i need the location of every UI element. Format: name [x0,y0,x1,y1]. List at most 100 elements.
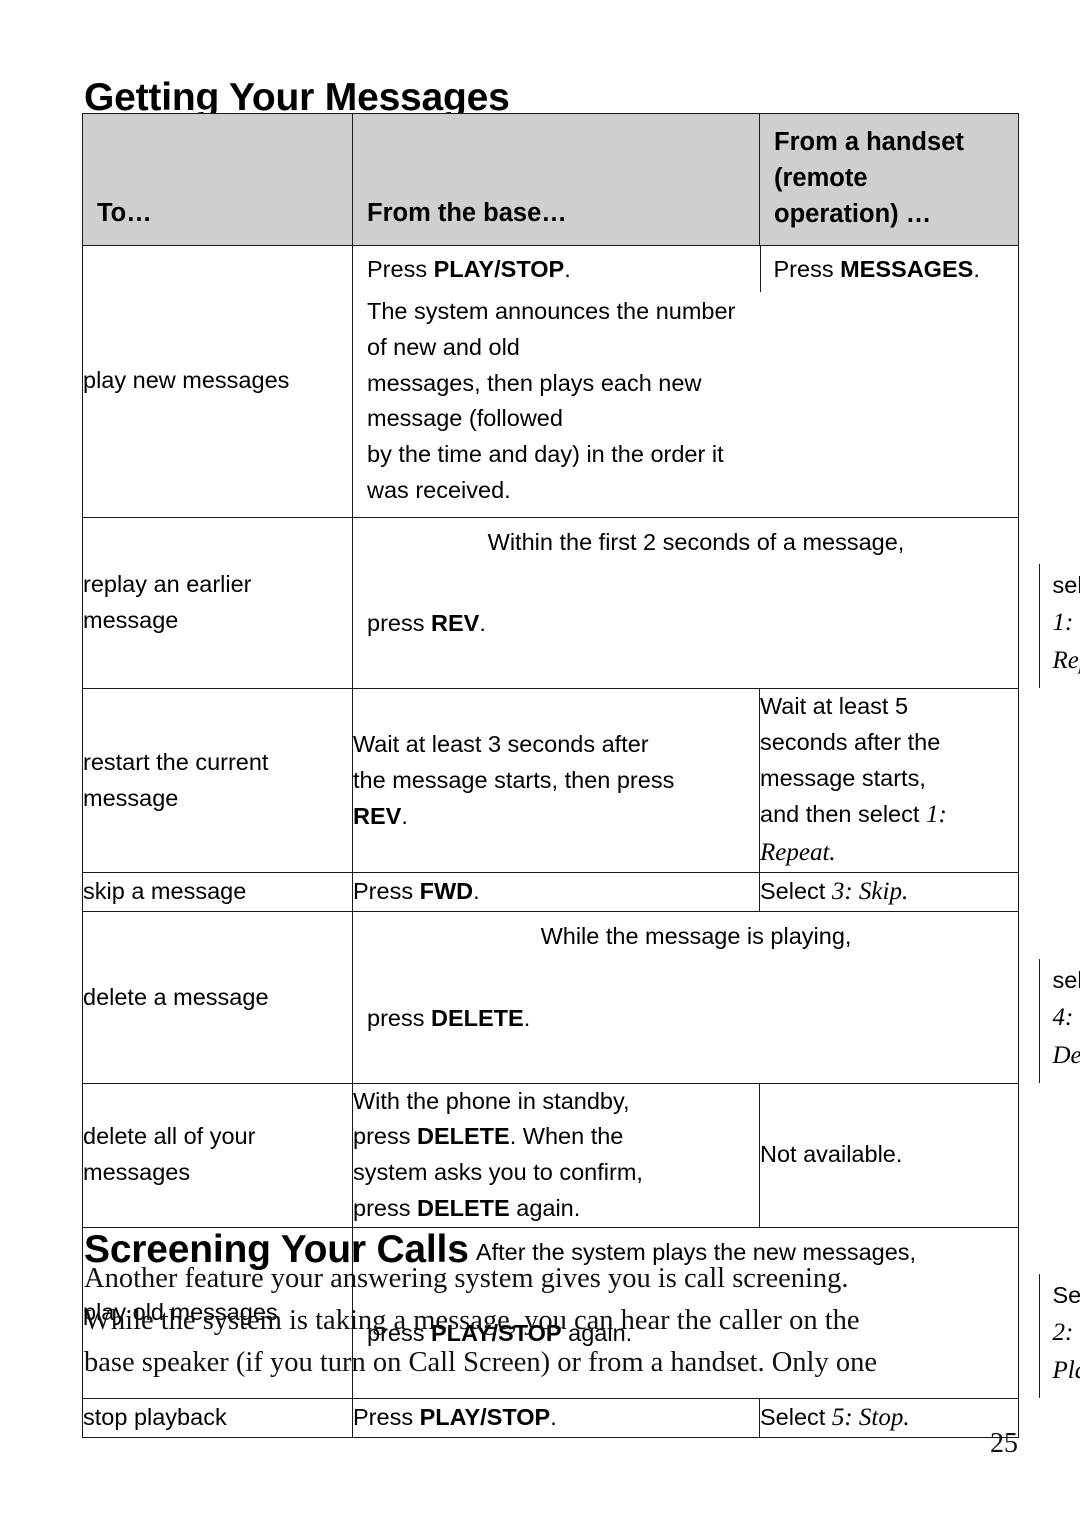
base-verb: Press [353,1404,420,1431]
base-line-1: With the phone in standby, [353,1087,630,1114]
table-row: play new messages Press PLAY/STOP. Press… [82,244,1019,518]
table-header-row: To… From the base… From a handset (remot… [82,113,1019,246]
menu-option-1-repeat: 1: Repeat. [1052,609,1080,675]
table-row: replay an earlier message Within the fir… [82,516,1080,690]
menu-option-4-delete: 4: Delete. [1052,1003,1080,1069]
task-cell-restart-current-message: restart the current message [82,688,353,874]
description-line-1: The system announces the number of new a… [367,298,736,361]
button-name-delete-again: DELETE [417,1194,510,1221]
task-label: skip a message [83,878,247,905]
header-cell-from-handset: From a handset (remote operation) … [759,113,1019,246]
header-label-to: To… [97,198,152,227]
handset-tail: . [973,255,980,282]
task-cell-delete-message: delete a message [82,911,353,1084]
button-name-delete: DELETE [417,1123,510,1150]
base-tail: . [564,255,571,282]
handset-verb: Select [760,878,832,905]
task-cell-skip-message: skip a message [82,872,353,913]
base-line-4: press DELETE again. [353,1191,759,1227]
split-bottom-row: press REV. select 1: Repeat. [353,564,1080,688]
handset-verb: Select [1052,1282,1080,1309]
base-line-3: system asks you to confirm, [353,1159,643,1186]
base-tail: . [523,1004,531,1031]
page-title-getting-your-messages: Getting Your Messages [84,76,510,120]
base-line-2: press DELETE. When the [353,1119,759,1155]
menu-option-3-skip: 3: Skip. [831,878,909,906]
task-label: replay an earlier message [83,571,252,633]
base-instruction: press DELETE. [353,959,1039,1083]
base-verb-2: press [353,1194,417,1221]
header-cell-to: To… [82,113,353,246]
base-line-2: the message starts, then press [353,766,675,793]
base-tail: . [479,610,486,637]
handset-instruction-stop: Select 5: Stop. [759,1397,1019,1438]
base-tail: . [401,802,408,829]
handset-instruction-top: Press MESSAGES. [759,245,1019,293]
base-verb: press [367,610,431,637]
instruction-cell-replay-earlier-message: Within the first 2 seconds of a message,… [352,516,1080,690]
task-cell-delete-all-messages: delete all of your messages [82,1082,353,1228]
page-number: 25 [990,1428,1018,1459]
table-row: skip a message Press FWD. Select 3: Skip… [82,872,1019,913]
task-cell-replay-earlier-message: replay an earlier message [82,516,353,690]
handset-instruction-restart: Wait at least 5 seconds after the messag… [759,688,1019,874]
handset-instruction-skip: Select 3: Skip. [759,872,1019,913]
menu-option-2-play: 2: Play. [1052,1318,1080,1384]
base-verb: press [353,1123,417,1150]
header-label-from-handset-line2: (remote [774,164,868,193]
table-row: restart the current message Wait at leas… [82,688,1019,874]
task-label: play new messages [83,367,290,394]
base-line-1: Wait at least 3 seconds after [353,731,649,758]
base-instruction-top: Press PLAY/STOP. [353,246,760,293]
handset-instruction-delete-all: Not available. [759,1082,1019,1228]
base-verb: press [367,1004,431,1031]
description-line-2: messages, then plays each new message (f… [367,369,702,432]
base-instruction-restart: Wait at least 3 seconds after the messag… [352,688,760,874]
handset-line-2: seconds after the [760,728,941,755]
button-name-play-stop: PLAY/STOP [419,1404,551,1431]
handset-verb: Press [773,255,841,282]
shared-condition-band: Within the first 2 seconds of a message, [487,528,905,555]
handset-line-1: Wait at least 5 [760,693,909,720]
menu-option-1-number: 1: [925,801,947,829]
button-name-rev: REV [431,610,480,637]
button-name-rev: REV [353,802,402,829]
base-tail-2: again. [509,1194,581,1221]
split-container: Within the first 2 seconds of a message,… [353,518,1080,688]
split-band-row: While the message is playing, [353,912,1039,959]
paragraph-line-3: base speaker (if you turn on Call Screen… [84,1346,878,1378]
base-tail: . When the [509,1123,624,1150]
header-cell-from-base: From the base… [352,113,760,246]
button-name-delete: DELETE [431,1004,524,1031]
split-bottom-row: The system announces the number of new a… [353,292,1019,516]
base-tail: . [550,1404,557,1431]
split-container: Press PLAY/STOP. Press MESSAGES. The sys… [353,245,1019,517]
instruction-cell-delete-message: While the message is playing, press DELE… [352,911,1080,1084]
table-row: delete a message While the message is pl… [82,911,1080,1084]
handset-line-3: message starts, [760,764,926,791]
task-cell-stop-playback: stop playback [82,1397,353,1438]
split-bottom-row: press DELETE. select 4: Delete. [353,959,1080,1083]
base-instruction: press REV. [353,564,1039,688]
button-name-messages: MESSAGES [840,255,974,282]
table-row: stop playback Press PLAY/STOP. Select 5:… [82,1397,1019,1438]
task-label: delete all of your messages [83,1123,256,1186]
paragraph-line-2: While the system is taking a message, yo… [84,1304,860,1336]
menu-option-5-stop: 5: Stop. [831,1403,910,1431]
base-tail: . [473,878,480,905]
document-page: Getting Your Messages To… From the base…… [0,0,1080,1522]
description-line-3: by the time and day) in the order it was… [367,441,724,503]
split-top-row: Press PLAY/STOP. Press MESSAGES. [353,245,1019,293]
menu-option-1-repeat-label: Repeat. [760,839,836,867]
base-verb: Press [367,255,434,282]
task-cell-play-new-messages: play new messages [82,244,353,518]
instruction-cell-play-new-messages: Press PLAY/STOP. Press MESSAGES. The sys… [352,244,1019,518]
shared-description: The system announces the number of new a… [353,292,760,516]
base-line-3: REV. [353,799,759,835]
base-instruction-delete-all: With the phone in standby, press DELETE.… [352,1082,760,1228]
task-label: stop playback [83,1404,227,1431]
screening-paragraph: Another feature your answering system gi… [84,1258,1004,1384]
paragraph-line-1: Another feature your answering system gi… [84,1263,849,1294]
handset-verb: and then select [760,801,926,828]
button-name-fwd: FWD [419,878,474,905]
